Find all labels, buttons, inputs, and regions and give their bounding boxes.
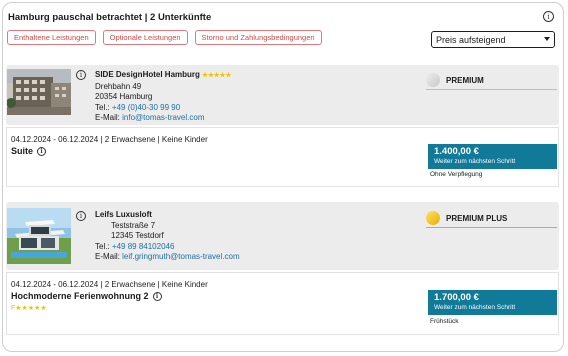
- offer-card: 04.12.2024 - 06.12.2024 | 2 Erwachsene |…: [6, 127, 559, 187]
- hotel-image[interactable]: [7, 208, 71, 264]
- price-cta-label: Weiter zum nächsten Schritt: [434, 304, 516, 311]
- room-info-icon[interactable]: i: [37, 146, 47, 156]
- price-amount: 1.400,00 €: [434, 146, 479, 157]
- badge-medal-icon: [426, 211, 440, 225]
- tab-cancellation-terms[interactable]: Storno und Zahlungsbedingungen: [194, 30, 322, 45]
- hotel-stars: ★★★★★: [202, 72, 232, 79]
- hotel-info-icon[interactable]: i: [76, 70, 86, 80]
- badge-divider: [426, 89, 557, 90]
- price-cta-label: Weiter zum nächsten Schritt: [434, 158, 516, 165]
- hotel-name: Leifs Luxusloft: [95, 210, 152, 219]
- hotel-email-row: E-Mail: info@tomas-travel.com: [95, 113, 205, 122]
- hotel-phone-row: Tel.: +49 (0)40-30 99 90: [95, 103, 181, 112]
- hotel-image[interactable]: [7, 69, 71, 115]
- tab-included-services[interactable]: Enthaltene Leistungen: [7, 30, 96, 45]
- hotel-info-icon[interactable]: i: [76, 211, 86, 221]
- accommodation-panel: Hamburg pauschal betrachtet | 2 Unterkün…: [2, 2, 564, 352]
- hotel-phone-link[interactable]: +49 (0)40-30 99 90: [112, 103, 180, 112]
- room-info-icon[interactable]: i: [152, 291, 162, 301]
- hotel-city: 12345 Testdorf: [111, 231, 164, 240]
- badge-divider: [426, 227, 557, 228]
- hotel-name: SIDE DesignHotel Hamburg ★★★★★: [95, 70, 232, 79]
- badge-medal-icon: [426, 73, 440, 87]
- offer-details: 04.12.2024 - 06.12.2024 | 2 Erwachsene |…: [11, 135, 208, 144]
- tab-optional-services[interactable]: Optionale Leistungen: [102, 30, 188, 45]
- offer-room-title: Hochmoderne Ferienwohnung 2 i: [11, 291, 162, 301]
- tab-bar: Enthaltene Leistungen Optionale Leistung…: [7, 30, 322, 45]
- page-title: Hamburg pauschal betrachtet | 2 Unterkün…: [8, 12, 212, 23]
- hotel-city: 20354 Hamburg: [95, 92, 153, 101]
- hotel-phone-link[interactable]: +49 89 84102046: [112, 242, 175, 251]
- hotel-street: Teststraße 7: [111, 221, 156, 230]
- hotel-phone-row: Tel.: +49 89 84102046: [95, 242, 175, 251]
- room-stars: F★★★★★: [11, 305, 47, 312]
- chevron-down-icon: [544, 37, 550, 41]
- price-next-button[interactable]: 1.400,00 € Weiter zum nächsten Schritt: [428, 144, 557, 169]
- hotel-email-link[interactable]: info@tomas-travel.com: [122, 113, 204, 122]
- offer-card: 04.12.2024 - 06.12.2024 | 2 Erwachsene |…: [6, 272, 559, 335]
- info-icon[interactable]: i: [543, 11, 554, 22]
- offer-details: 04.12.2024 - 06.12.2024 | 2 Erwachsene |…: [11, 280, 208, 289]
- price-amount: 1.700,00 €: [434, 292, 479, 303]
- category-badge: PREMIUM: [426, 73, 484, 87]
- board-type: Ohne Verpflegung: [430, 171, 483, 178]
- board-type: Frühstück: [430, 318, 459, 325]
- hotel-email-link[interactable]: leif.gringmuth@tomas-travel.com: [122, 252, 240, 261]
- hotel-email-row: E-Mail: leif.gringmuth@tomas-travel.com: [95, 252, 240, 261]
- hotel-street: Drehbahn 49: [95, 82, 142, 91]
- sort-select[interactable]: Preis aufsteigend: [431, 31, 555, 48]
- price-next-button[interactable]: 1.700,00 € Weiter zum nächsten Schritt: [428, 290, 557, 315]
- offer-room-title: Suite i: [11, 146, 47, 156]
- hotel-card: i Leifs Luxusloft Teststraße 7 12345 Tes…: [6, 202, 559, 270]
- category-badge: PREMIUM PLUS: [426, 211, 507, 225]
- hotel-card: i SIDE DesignHotel Hamburg ★★★★★ Drehbah…: [6, 65, 559, 125]
- sort-select-value: Preis aufsteigend: [436, 34, 506, 45]
